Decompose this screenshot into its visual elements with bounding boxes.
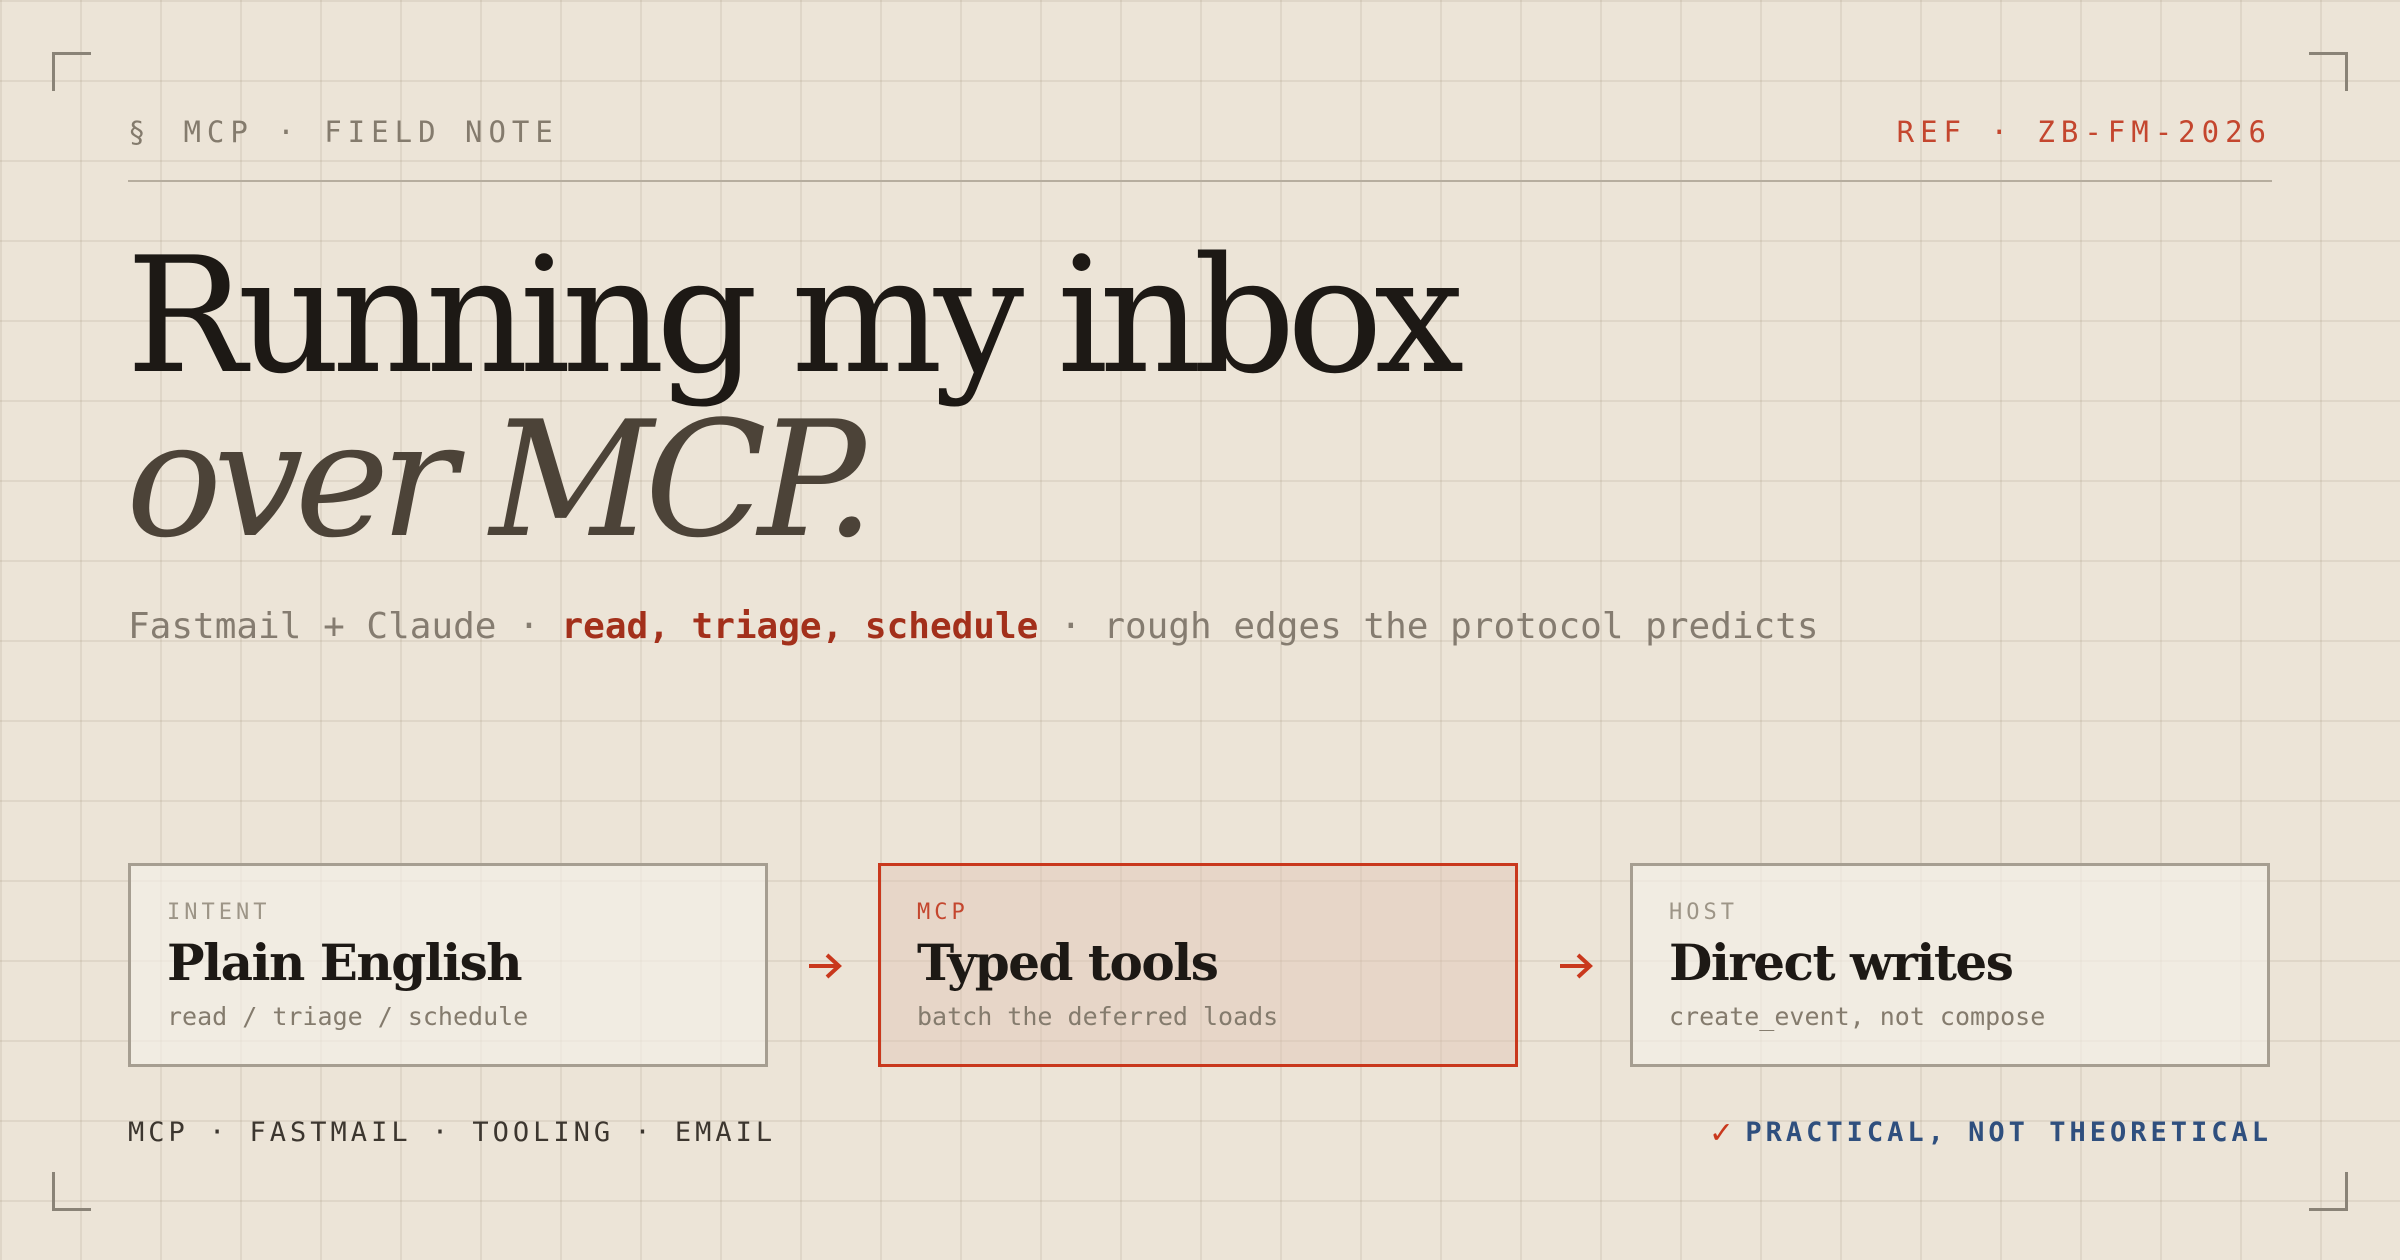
card-title: Direct writes xyxy=(1669,933,2014,992)
subtitle: Fastmail + Claude · read, triage, schedu… xyxy=(128,606,1819,647)
reference-code: REF · ZB-FM-2026 xyxy=(1896,115,2272,149)
corner-bracket-top-left-icon xyxy=(52,52,91,91)
footer: MCP · FASTMAIL · TOOLING · EMAIL ✓ PRACT… xyxy=(128,1112,2272,1152)
header-divider xyxy=(128,180,2272,182)
subtitle-highlight: read, triage, schedule xyxy=(561,606,1039,647)
arrow-right-icon xyxy=(809,953,842,979)
card-title: Typed tools xyxy=(917,933,1219,992)
title-line-2: over MCP. xyxy=(126,386,875,573)
corner-bracket-bottom-left-icon xyxy=(52,1172,91,1211)
check-icon: ✓ xyxy=(1710,1112,1732,1152)
card-kicker: MCP xyxy=(917,900,969,925)
header-label-group: § MCP · FIELD NOTE xyxy=(128,115,559,149)
flow-card-host: HOST Direct writes create_event, not com… xyxy=(1630,863,2270,1067)
flow-card-mcp: MCP Typed tools batch the deferred loads xyxy=(878,863,1518,1067)
card-kicker: HOST xyxy=(1669,900,1738,925)
title-line-1: Running my inbox xyxy=(126,222,1464,409)
card-description: read / triage / schedule xyxy=(167,1002,529,1031)
section-mark-icon: § xyxy=(128,115,152,149)
card-description: batch the deferred loads xyxy=(917,1002,1279,1031)
flow-card-intent: INTENT Plain English read / triage / sch… xyxy=(128,863,768,1067)
card-kicker: INTENT xyxy=(167,900,271,925)
card-title: Plain English xyxy=(167,933,523,992)
header: § MCP · FIELD NOTE REF · ZB-FM-2026 xyxy=(128,112,2272,152)
verdict-badge: ✓ PRACTICAL, NOT THEORETICAL xyxy=(1711,1112,2272,1152)
card-description: create_event, not compose xyxy=(1669,1002,2046,1031)
verdict-label: PRACTICAL, NOT THEORETICAL xyxy=(1745,1116,2272,1148)
page-title: Running my inbox over MCP. xyxy=(126,222,1464,573)
tag-list: MCP · FASTMAIL · TOOLING · EMAIL xyxy=(128,1116,777,1148)
subtitle-tail: · rough edges the protocol predicts xyxy=(1038,606,1819,647)
header-label: MCP · FIELD NOTE xyxy=(183,115,559,149)
subtitle-lead: Fastmail + Claude · xyxy=(128,606,562,647)
corner-bracket-top-right-icon xyxy=(2309,52,2348,91)
corner-bracket-bottom-right-icon xyxy=(2309,1172,2348,1211)
arrow-right-icon xyxy=(1560,953,1593,979)
